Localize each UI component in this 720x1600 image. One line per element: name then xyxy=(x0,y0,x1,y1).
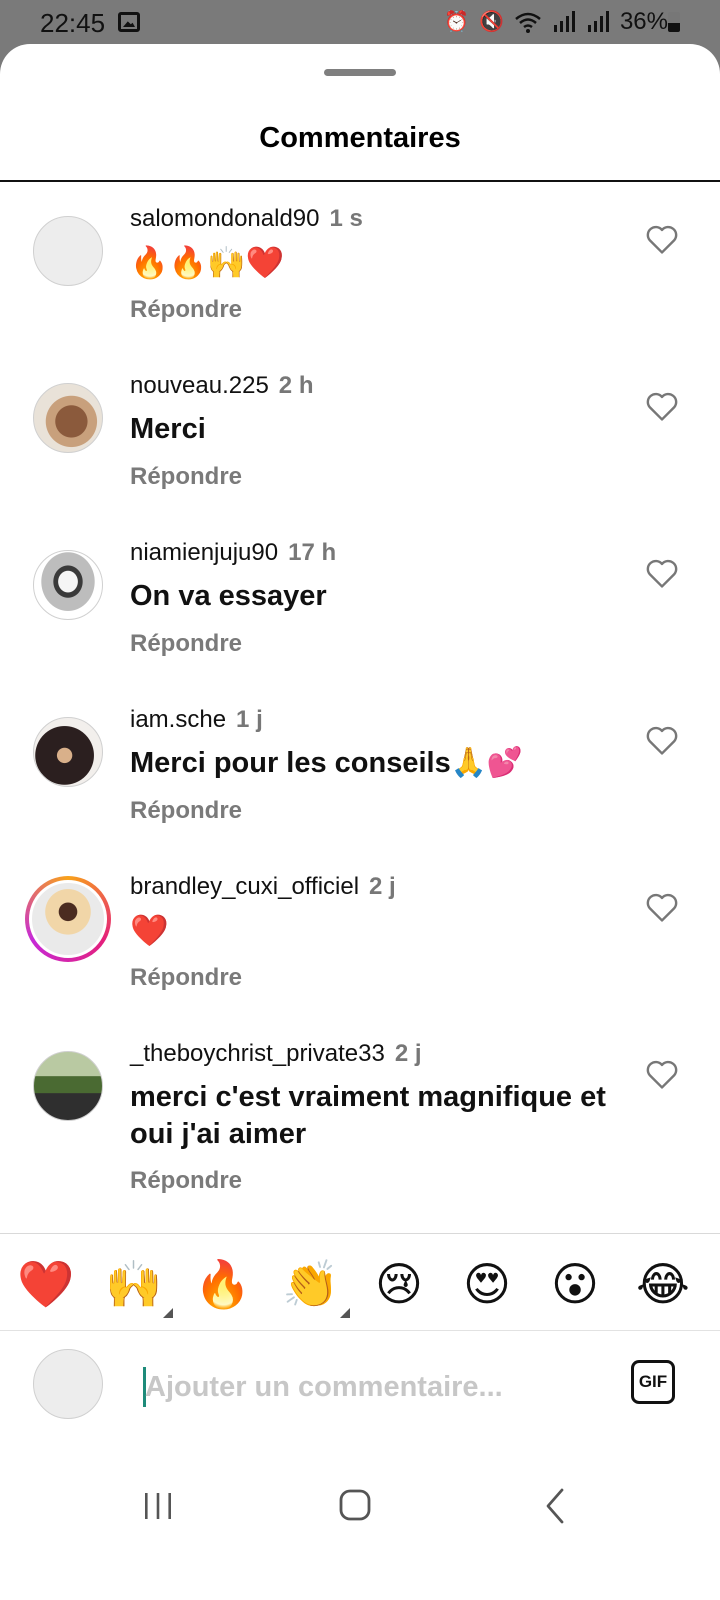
reaction-surprised[interactable]: 😮 xyxy=(544,1256,606,1312)
avatar[interactable] xyxy=(33,717,103,787)
skin-tone-indicator xyxy=(340,1308,350,1318)
reaction-raised-hands-glyph: 🙌 xyxy=(105,1258,163,1310)
gif-button[interactable]: GIF xyxy=(631,1360,675,1404)
reply-button[interactable]: Répondre xyxy=(130,630,242,658)
status-icons: ⏰ 🔇 36% xyxy=(444,8,668,36)
recent-apps-icon[interactable] xyxy=(128,1481,188,1531)
comments-sheet: Commentaires salomondonald90 1 s 🔥🔥🙌❤️ Ré… xyxy=(0,44,720,1600)
reply-button[interactable]: Répondre xyxy=(130,1167,242,1195)
comment-text: On va essayer xyxy=(130,580,327,612)
reaction-fire[interactable]: 🔥 xyxy=(192,1256,254,1312)
comment-header: iam.sche 1 j xyxy=(130,706,263,734)
heart-icon[interactable] xyxy=(645,724,679,756)
comment-text: Merci pour les conseils🙏💕 xyxy=(130,747,523,779)
alarm-icon: ⏰ xyxy=(444,11,470,33)
avatar[interactable] xyxy=(33,1051,103,1121)
comment-time: 17 h xyxy=(288,539,337,566)
reaction-laughing[interactable]: 😂 xyxy=(632,1256,694,1312)
heart-icon[interactable] xyxy=(645,1058,679,1090)
reply-button[interactable]: Répondre xyxy=(130,463,242,491)
comment-header: _theboychrist_private33 2 j xyxy=(130,1040,422,1068)
username[interactable]: salomondonald90 xyxy=(130,205,319,232)
comment-time: 2 h xyxy=(278,372,314,399)
wifi-icon xyxy=(515,12,541,33)
heart-icon[interactable] xyxy=(645,557,679,589)
comment-time: 2 j xyxy=(394,1040,422,1067)
reaction-clap-glyph: 👏 xyxy=(282,1258,340,1310)
battery-icon xyxy=(668,12,680,32)
status-bar: 22:45 ⏰ 🔇 36% xyxy=(0,0,720,44)
avatar[interactable] xyxy=(33,216,103,286)
comment-header: salomondonald90 1 s xyxy=(130,205,363,233)
home-icon[interactable] xyxy=(325,1481,385,1531)
comment-header: nouveau.225 2 h xyxy=(130,372,313,400)
quick-reaction-bar: ❤️ 🙌 🔥 👏 😢 😍 😮 😂 xyxy=(0,1233,720,1331)
heart-icon[interactable] xyxy=(645,891,679,923)
mute-icon: 🔇 xyxy=(479,11,504,33)
reply-button[interactable]: Répondre xyxy=(130,296,242,324)
reaction-crying[interactable]: 😢 xyxy=(368,1256,430,1312)
comment-time: 2 j xyxy=(369,873,396,900)
comment-time: 1 j xyxy=(236,706,263,733)
avatar[interactable] xyxy=(33,383,103,453)
divider xyxy=(0,180,720,182)
username[interactable]: _theboychrist_private33 xyxy=(130,1040,385,1067)
comment-text: ❤️ xyxy=(130,913,169,948)
comments-list[interactable]: salomondonald90 1 s 🔥🔥🙌❤️ Répondre nouvea… xyxy=(0,183,720,1277)
heart-icon[interactable] xyxy=(645,223,679,255)
username[interactable]: nouveau.225 xyxy=(130,372,269,399)
battery-percent: 36% xyxy=(619,8,668,35)
comment-input[interactable] xyxy=(145,1357,605,1417)
avatar-story-ring[interactable] xyxy=(25,876,111,962)
sheet-title: Commentaires xyxy=(259,122,461,154)
reaction-heart-eyes[interactable]: 😍 xyxy=(456,1256,518,1312)
status-time: 22:45 xyxy=(40,8,106,38)
own-avatar xyxy=(33,1349,103,1419)
sheet-grabber[interactable] xyxy=(324,69,396,76)
comment-time: 1 s xyxy=(329,205,363,232)
username[interactable]: brandley_cuxi_officiel xyxy=(130,873,359,900)
reaction-heart[interactable]: ❤️ xyxy=(15,1256,77,1312)
skin-tone-indicator xyxy=(163,1308,173,1318)
navigation-bar xyxy=(0,1441,720,1556)
comment-text: Merci xyxy=(130,413,206,445)
avatar[interactable] xyxy=(33,550,103,620)
signal-icon xyxy=(553,11,575,32)
reply-button[interactable]: Répondre xyxy=(130,964,242,992)
comment-header: niamienjuju90 17 h xyxy=(130,539,336,567)
signal-icon xyxy=(587,11,609,32)
reply-button[interactable]: Répondre xyxy=(130,797,242,825)
comment-header: brandley_cuxi_officiel 2 j xyxy=(130,873,396,901)
reaction-raised-hands[interactable]: 🙌 xyxy=(103,1256,173,1318)
heart-icon[interactable] xyxy=(645,390,679,422)
back-icon[interactable] xyxy=(525,1481,585,1531)
comment-text: merci c'est vraiment magnifique et oui j… xyxy=(130,1081,606,1150)
avatar xyxy=(29,880,107,958)
image-icon xyxy=(118,12,140,32)
comment-composer: GIF xyxy=(0,1331,720,1441)
username[interactable]: iam.sche xyxy=(130,706,226,733)
comment-text: 🔥🔥🙌❤️ xyxy=(130,245,285,280)
username[interactable]: niamienjuju90 xyxy=(130,539,278,566)
reaction-clap[interactable]: 👏 xyxy=(280,1256,350,1318)
